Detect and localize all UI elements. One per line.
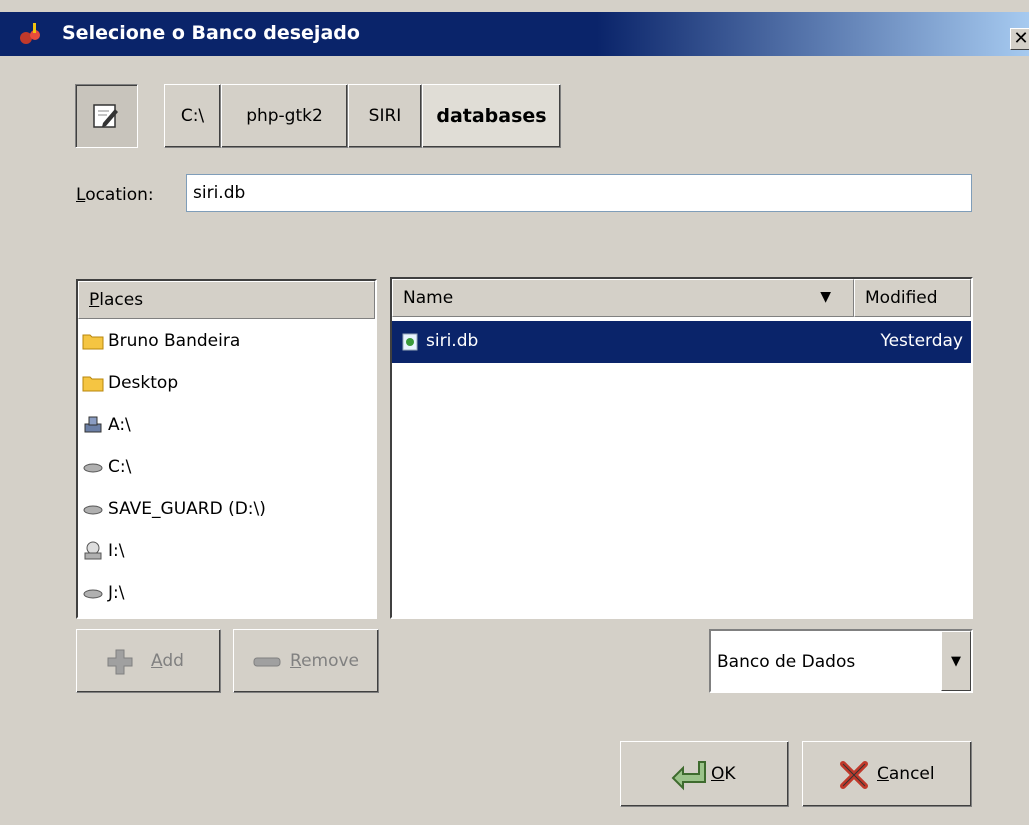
app-icon: [20, 23, 40, 44]
minus-icon: [253, 657, 281, 667]
column-header-modified[interactable]: Modified: [854, 279, 971, 317]
hard-drive-icon: [83, 463, 103, 473]
file-modified: Yesterday: [880, 331, 963, 351]
cancel-x-icon: [840, 761, 868, 789]
location-input[interactable]: siri.db: [186, 174, 972, 212]
files-panel: Name ▼ Modified siri.db Yesterday: [390, 277, 973, 619]
crumb-siri[interactable]: SIRI: [348, 84, 422, 148]
edit-location-button[interactable]: [75, 84, 138, 148]
database-file-icon: [402, 333, 418, 351]
window-title: Selecione o Banco desejado: [62, 22, 360, 44]
remove-button[interactable]: Remove: [233, 629, 379, 693]
place-item-j-drive[interactable]: J:\: [82, 577, 124, 609]
close-button[interactable]: ✕: [1010, 28, 1029, 50]
places-header[interactable]: Places: [78, 281, 375, 319]
cancel-button[interactable]: Cancel: [802, 741, 972, 807]
place-item-i-drive[interactable]: I:\: [82, 535, 124, 567]
sort-descending-icon: ▼: [820, 289, 831, 305]
cdrom-drive-icon: [84, 541, 102, 560]
file-name: siri.db: [426, 331, 479, 351]
plus-icon: [107, 649, 133, 675]
file-type-filter-select[interactable]: Banco de Dados ▼: [709, 629, 973, 693]
crumb-databases[interactable]: databases: [422, 84, 561, 148]
floppy-drive-icon: [84, 416, 102, 433]
place-item-c-drive[interactable]: C:\: [82, 451, 131, 483]
place-item-desktop[interactable]: Desktop: [82, 367, 178, 399]
file-row-siri-db[interactable]: siri.db Yesterday: [392, 321, 971, 363]
filter-value: Banco de Dados: [717, 652, 856, 672]
add-button[interactable]: Add: [76, 629, 221, 693]
column-header-name[interactable]: Name ▼: [392, 279, 854, 317]
edit-location-icon: [93, 104, 118, 128]
ok-button[interactable]: OK: [620, 741, 789, 807]
place-item-bruno-bandeira[interactable]: Bruno Bandeira: [82, 325, 240, 357]
hard-drive-icon: [83, 589, 103, 599]
chevron-down-icon[interactable]: ▼: [941, 631, 971, 691]
places-panel: Places Bruno Bandeira Desktop A:\ C:\ SA…: [76, 279, 377, 619]
location-label: Location:: [76, 185, 154, 205]
crumb-php-gtk2[interactable]: php-gtk2: [221, 84, 348, 148]
place-item-a-drive[interactable]: A:\: [82, 409, 131, 441]
hard-drive-icon: [83, 505, 103, 515]
folder-icon: [82, 334, 104, 350]
title-bar: Selecione o Banco desejado ✕: [0, 12, 1029, 56]
place-item-save-guard[interactable]: SAVE_GUARD (D:\): [82, 493, 266, 525]
ok-arrow-icon: [671, 761, 706, 791]
crumb-c-drive[interactable]: C:\: [164, 84, 221, 148]
folder-icon: [82, 376, 104, 392]
